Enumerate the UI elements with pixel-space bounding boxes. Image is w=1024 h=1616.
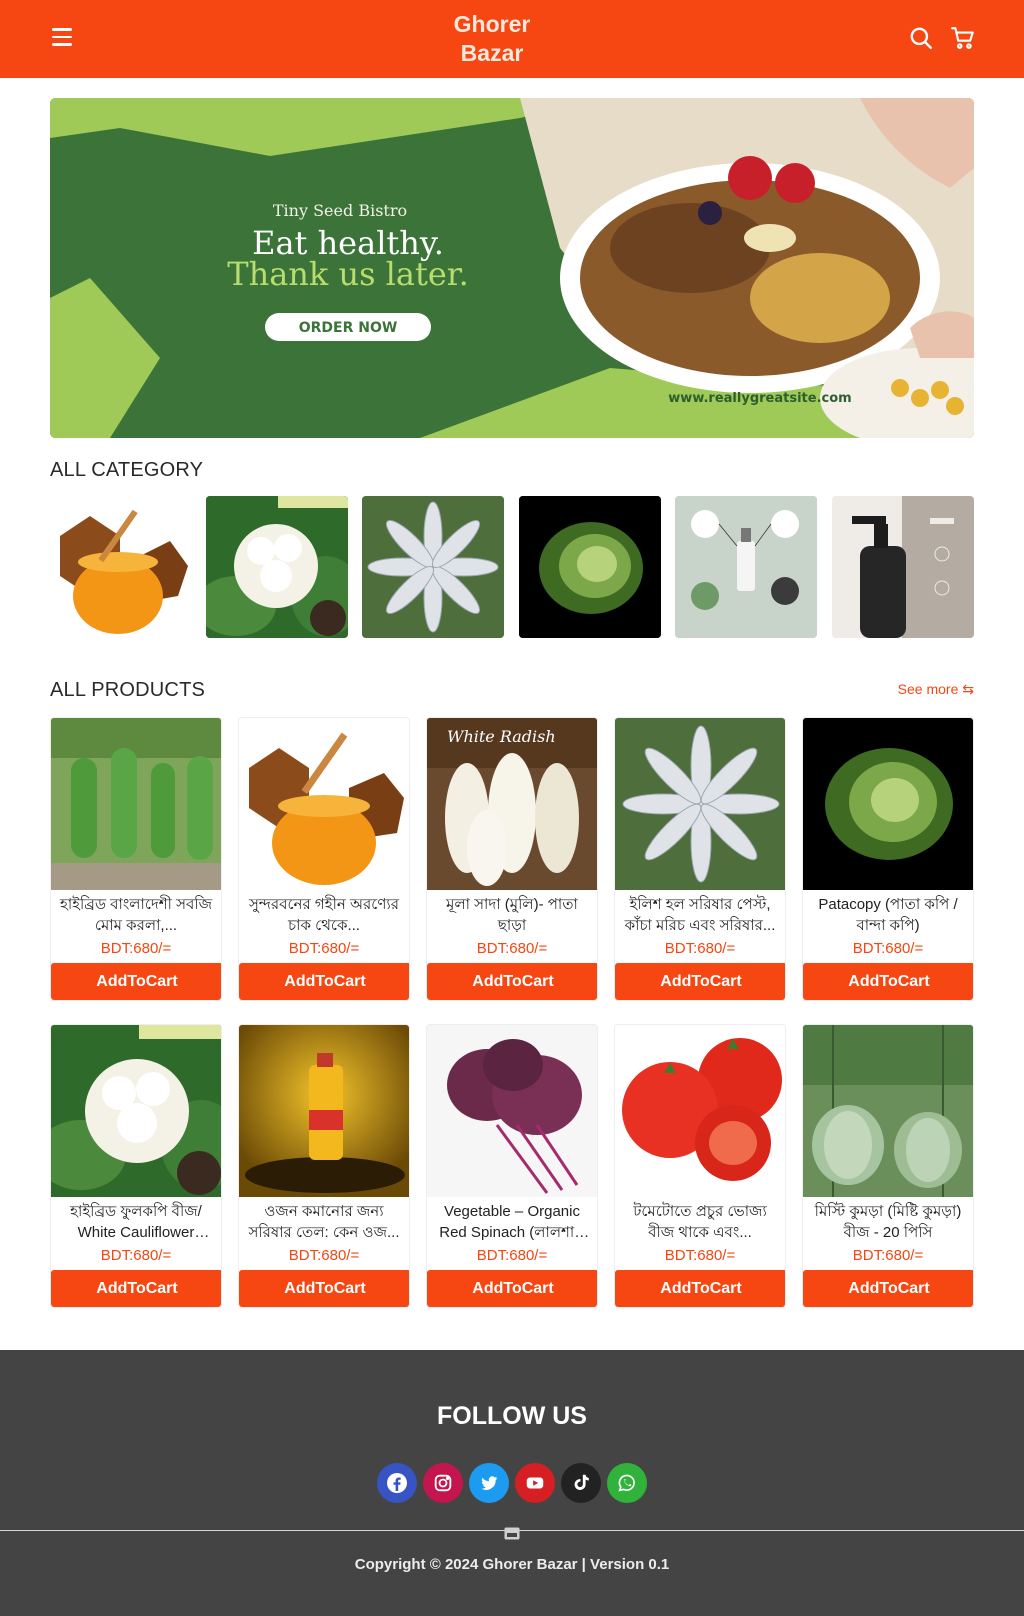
honey-image [50,496,192,638]
logo-line-1: Ghorer [453,11,531,37]
facebook-icon[interactable] [377,1463,417,1503]
product-name[interactable]: হাইব্রিড ফুলকপি বীজ/ White Cauliflower S… [51,1197,221,1241]
banner-website: www.reallygreatsite.com [668,391,851,406]
product-card[interactable]: হাইব্রিড ফুলকপি বীজ/ White Cauliflower S… [50,1024,222,1308]
category-cauliflower[interactable] [206,496,348,638]
product-name[interactable]: Patacopy (পাতা কপি / বান্দা কপি) [803,890,973,934]
category-cabbage[interactable] [519,496,661,638]
soap-image [832,496,974,638]
menu-icon[interactable] [52,28,72,48]
all-products-title: ALL PRODUCTS [50,679,206,701]
search-icon[interactable] [908,25,934,51]
hilsa-fish-image [362,496,504,638]
logo-line-2: Bazar [460,40,524,66]
all-category-title: ALL CATEGORY [50,459,204,481]
twitter-icon[interactable] [469,1463,509,1503]
product-name[interactable]: ওজন কমানোর জন্য সরিষার তেল: কেন ওজ... [239,1197,409,1241]
product-name[interactable]: Vegetable – Organic Red Spinach (লালশাক … [427,1197,597,1241]
add-to-cart-button[interactable]: AddToCart [239,1270,409,1307]
product-image[interactable] [615,718,785,890]
add-to-cart-button[interactable]: AddToCart [51,963,221,1000]
copyright-text: Copyright © 2024 Ghorer Bazar | Version … [354,1556,670,1573]
product-price: BDT:680/= [476,940,548,957]
product-price: BDT:680/= [476,1247,548,1264]
product-card[interactable]: Patacopy (পাতা কপি / বান্দা কপি) BDT:680… [802,717,974,1001]
svg-text:White Radish: White Radish [447,727,556,746]
product-name[interactable]: ইলিশ হল সরিষার পেস্ট, কাঁচা মরিচ এবং সরি… [615,890,785,934]
product-card[interactable]: টমেটোতে প্রচুর ভোজ্য বীজ থাকে এবং... BDT… [614,1024,786,1308]
banner-headline-2: Thank us later. [227,255,468,293]
category-hilsa-fish[interactable] [362,496,504,638]
banner-graphic: Tiny Seed Bistro Eat healthy. Thank us l… [50,98,974,438]
cauliflower-image [206,496,348,638]
promo-banner[interactable]: Tiny Seed Bistro Eat healthy. Thank us l… [50,98,974,438]
product-price: BDT:680/= [664,1247,736,1264]
product-price: BDT:680/= [100,940,172,957]
product-image[interactable] [803,718,973,890]
add-to-cart-button[interactable]: AddToCart [427,963,597,1000]
product-image[interactable] [615,1025,785,1197]
product-price: BDT:680/= [100,1247,172,1264]
product-price: BDT:680/= [288,1247,360,1264]
category-soap[interactable] [832,496,974,638]
tiktok-icon[interactable] [561,1463,601,1503]
product-card[interactable]: সুন্দরবনের গহীন অরণ্যের চাক থেকে... BDT:… [238,717,410,1001]
product-name[interactable]: মূলা সাদা (মুলি)- পাতা ছাড়া [427,890,597,934]
window-icon [504,1527,520,1540]
cart-icon[interactable] [950,25,976,51]
product-card[interactable]: হাইব্রিড বাংলাদেশী সবজি মোম করলা,... BDT… [50,717,222,1001]
add-to-cart-button[interactable]: AddToCart [615,963,785,1000]
add-to-cart-button[interactable]: AddToCart [803,1270,973,1307]
category-skincare[interactable] [675,496,817,638]
product-price: BDT:680/= [664,940,736,957]
product-card[interactable]: মিস্টি কুমড়া (মিষ্টি কুমড়া) বীজ - 20 প… [802,1024,974,1308]
product-price: BDT:680/= [852,1247,924,1264]
product-image[interactable] [51,1025,221,1197]
footer: FOLLOW US Copyright © 2024 Ghorer Bazar … [0,1350,1024,1616]
add-to-cart-button[interactable]: AddToCart [239,963,409,1000]
follow-us-title: FOLLOW US [437,1402,587,1430]
product-image[interactable] [803,1025,973,1197]
product-price: BDT:680/= [852,940,924,957]
product-price: BDT:680/= [288,940,360,957]
category-honey[interactable] [50,496,192,638]
product-card[interactable]: ইলিশ হল সরিষার পেস্ট, কাঁচা মরিচ এবং সরি… [614,717,786,1001]
product-image[interactable] [239,718,409,890]
top-navbar: Ghorer Bazar [0,0,1024,78]
whatsapp-icon[interactable] [607,1463,647,1503]
add-to-cart-button[interactable]: AddToCart [803,963,973,1000]
add-to-cart-button[interactable]: AddToCart [615,1270,785,1307]
banner-brand: Tiny Seed Bistro [273,201,407,220]
banner-cta: ORDER NOW [299,320,398,336]
see-more-link[interactable]: See more ⇆ [898,681,974,698]
product-image[interactable]: White Radish [427,718,597,890]
site-logo[interactable]: Ghorer Bazar [440,10,544,68]
instagram-icon[interactable] [423,1463,463,1503]
cabbage-image [519,496,661,638]
add-to-cart-button[interactable]: AddToCart [51,1270,221,1307]
product-name[interactable]: হাইব্রিড বাংলাদেশী সবজি মোম করলা,... [51,890,221,934]
product-name[interactable]: টমেটোতে প্রচুর ভোজ্য বীজ থাকে এবং... [615,1197,785,1241]
product-card[interactable]: ওজন কমানোর জন্য সরিষার তেল: কেন ওজ... BD… [238,1024,410,1308]
product-image[interactable] [51,718,221,890]
product-name[interactable]: মিস্টি কুমড়া (মিষ্টি কুমড়া) বীজ - 20 প… [803,1197,973,1241]
product-name[interactable]: সুন্দরবনের গহীন অরণ্যের চাক থেকে... [239,890,409,934]
add-to-cart-button[interactable]: AddToCart [427,1270,597,1307]
product-image[interactable] [427,1025,597,1197]
youtube-icon[interactable] [515,1463,555,1503]
product-card[interactable]: Vegetable – Organic Red Spinach (লালশাক … [426,1024,598,1308]
product-image[interactable] [239,1025,409,1197]
skincare-image [675,496,817,638]
product-card[interactable]: White Radish মূলা সাদা (মুলি)- পাতা ছাড়… [426,717,598,1001]
